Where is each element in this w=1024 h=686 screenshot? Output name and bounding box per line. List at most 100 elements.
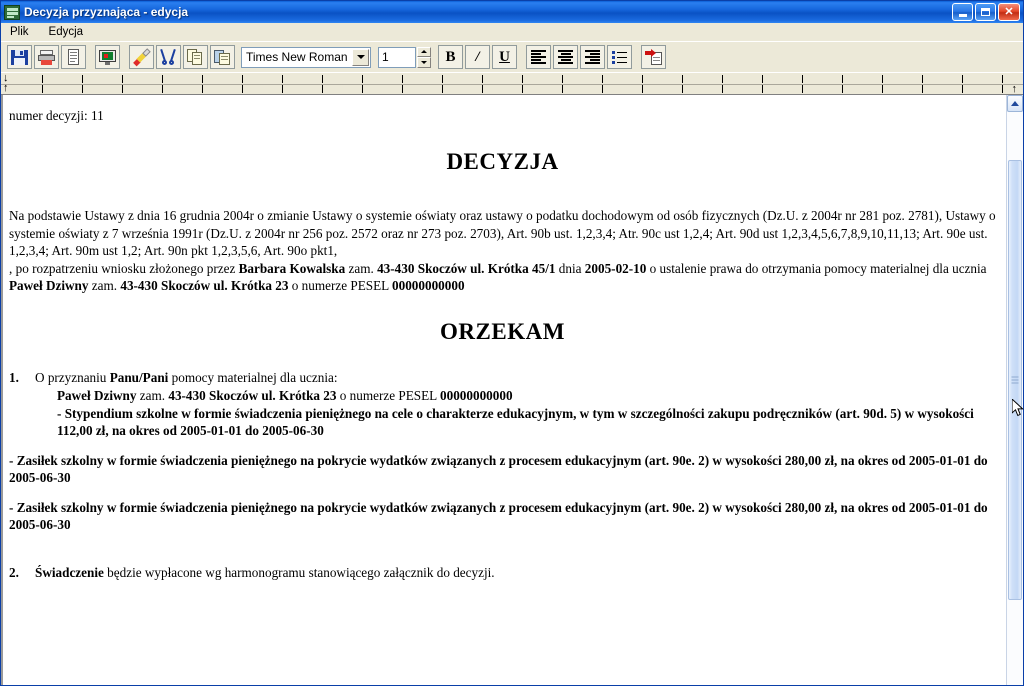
benefit-zasilek-1: - Zasiłek szkolny w formie świadczenia p… (9, 452, 996, 487)
item1-student-name: Paweł Dziwny (57, 387, 137, 403)
application-paragraph: , po rozpatrzeniu wniosku złożonego prze… (9, 260, 996, 295)
benefit-stypendium-text: - Stypendium szkolne w formie świadczeni… (57, 405, 974, 439)
bullet-list-button[interactable] (607, 45, 632, 69)
bold-button[interactable]: B (438, 45, 463, 69)
ruler-baseline (1, 84, 1023, 85)
align-center-icon (557, 49, 574, 66)
scrollbar-thumb[interactable] (1008, 160, 1022, 600)
italic-icon: / (475, 48, 480, 65)
item2-text: będzie wypłacone wg harmonogramu stanowi… (103, 564, 495, 580)
ruler-tick (282, 85, 283, 93)
paste-icon (214, 49, 231, 66)
font-size-value: 1 (382, 50, 389, 64)
ruler-tick (482, 75, 483, 83)
cut-button[interactable] (156, 45, 181, 69)
maximize-button[interactable] (975, 3, 996, 21)
ruler-tick (122, 75, 123, 83)
print-preview-button[interactable] (95, 45, 120, 69)
ruler-tick (762, 75, 763, 83)
underline-icon: U (499, 48, 510, 65)
ruler-tick (722, 75, 723, 83)
align-left-button[interactable] (526, 45, 551, 69)
copy-button[interactable] (183, 45, 208, 69)
stepper-down-icon[interactable] (417, 57, 431, 68)
application-mid4: zam. (88, 278, 121, 294)
decision-number-line: numer decyzji: 11 (9, 108, 104, 123)
align-justify-button[interactable] (580, 45, 605, 69)
ruler-tick (842, 85, 843, 93)
heading-orzekam: ORZEKAM (440, 318, 565, 344)
menu-bar: Plik Edycja (1, 23, 1023, 41)
scroll-up-button[interactable] (1007, 95, 1023, 112)
page-setup-button[interactable] (61, 45, 86, 69)
benefit-zasilek-1-text: - Zasiłek szkolny w formie świadczenia p… (9, 452, 988, 486)
ruler-tick (122, 85, 123, 93)
benefit-stypendium: - Stypendium szkolne w formie świadczeni… (35, 405, 996, 440)
align-center-button[interactable] (553, 45, 578, 69)
ruler-tick (42, 75, 43, 83)
italic-button[interactable]: / (465, 45, 490, 69)
font-size-input[interactable]: 1 (378, 46, 416, 68)
ruler-tick (842, 75, 843, 83)
ruler-tick (722, 85, 723, 93)
benefit-zasilek-2: - Zasiłek szkolny w formie świadczenia p… (9, 499, 996, 534)
font-family-select[interactable]: Times New Roman (241, 46, 371, 68)
print-button[interactable] (34, 45, 59, 69)
close-button[interactable]: ✕ (998, 3, 1020, 21)
font-size-stepper[interactable] (417, 46, 431, 68)
heading-decyzja: DECYZJA (446, 148, 559, 174)
applicant-name: Barbara Kowalska (238, 260, 346, 276)
application-mid2: dnia (555, 260, 585, 276)
scrollbar-grip-icon (1011, 376, 1019, 384)
ruler-tick (442, 75, 443, 83)
ruler-tick (602, 85, 603, 93)
ruler-tick (242, 85, 243, 93)
title-bar: Decyzja przyznająca - edycja ✕ (1, 1, 1023, 23)
right-indent-marker[interactable]: ↑ (1012, 83, 1018, 94)
ruler-tick (442, 85, 443, 93)
vertical-scrollbar[interactable] (1006, 95, 1023, 685)
ruler-tick (362, 75, 363, 83)
item1-line1-suffix: pomocy materialnej dla ucznia: (168, 370, 338, 386)
item1-mid2: o numerze PESEL (336, 387, 441, 403)
list-item-content: O przyznaniu Panu/Pani pomocy materialne… (35, 369, 996, 439)
document-page[interactable]: numer decyzji: 11 DECYZJA Na podstawie U… (1, 95, 1006, 685)
close-icon: ✕ (1004, 5, 1014, 18)
format-painter-button[interactable] (129, 45, 154, 69)
ruler-tick (682, 85, 683, 93)
application-window: Decyzja przyznająca - edycja ✕ Plik Edyc… (0, 0, 1024, 686)
window-title: Decyzja przyznająca - edycja (24, 5, 189, 19)
ruler-tick (42, 85, 43, 93)
item1-line2: Paweł Dziwny zam. 43-430 Skoczów ul. Kró… (35, 387, 996, 405)
ruler-tick (802, 85, 803, 93)
item1-line1-prefix: O przyznaniu (35, 370, 110, 386)
ruler-tick (562, 85, 563, 93)
align-left-icon (530, 49, 547, 66)
item1-mid1: zam. (136, 387, 169, 403)
ruler-tick (322, 85, 323, 93)
menu-item-edycja[interactable]: Edycja (46, 25, 87, 39)
ruler-tick (202, 85, 203, 93)
ruler-tick (762, 85, 763, 93)
menu-item-plik[interactable]: Plik (7, 25, 32, 39)
save-button[interactable] (7, 45, 32, 69)
item2-bold-lead: Świadczenie (35, 564, 104, 580)
scrollbar-track[interactable] (1007, 112, 1023, 685)
align-justify-icon (584, 49, 601, 66)
ruler[interactable]: ↓ ↑ ↑ (1, 72, 1023, 94)
minimize-button[interactable] (952, 3, 973, 21)
student-pesel: 00000000000 (392, 278, 465, 294)
ruler-tick (162, 75, 163, 83)
print-icon (38, 49, 55, 66)
underline-button[interactable]: U (492, 45, 517, 69)
chevron-down-icon[interactable] (352, 48, 369, 66)
left-indent-marker[interactable]: ↑ (3, 83, 9, 94)
export-button[interactable] (641, 45, 666, 69)
paste-button[interactable] (210, 45, 235, 69)
ruler-tick (562, 75, 563, 83)
stepper-up-icon[interactable] (417, 46, 431, 57)
